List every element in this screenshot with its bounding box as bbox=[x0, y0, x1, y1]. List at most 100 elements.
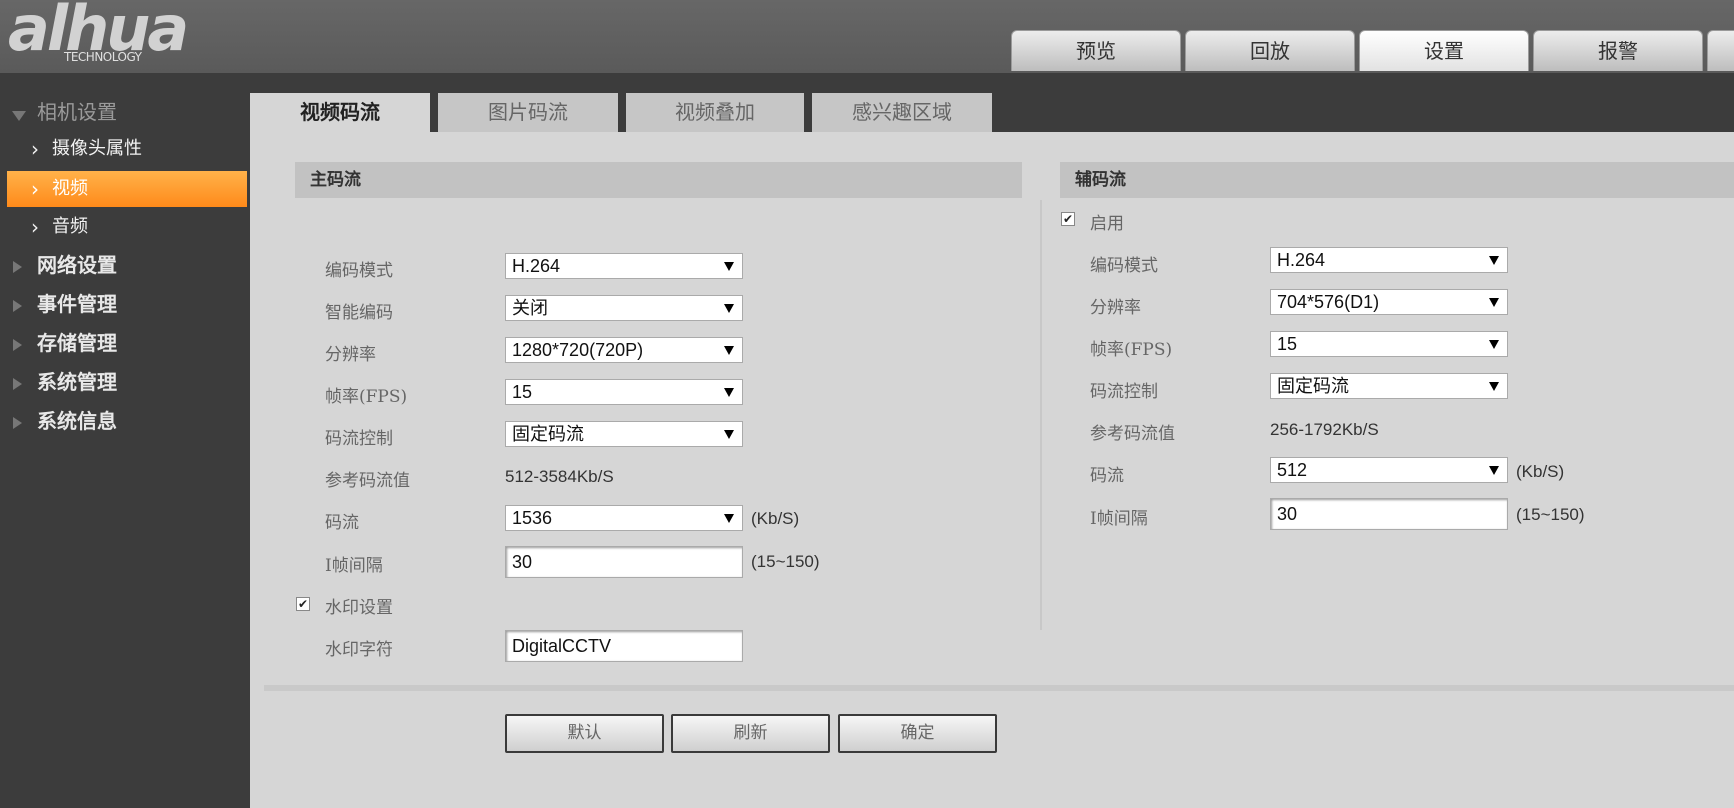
sidebar-group-camera-settings[interactable]: 相机设置 bbox=[0, 94, 250, 130]
select-value: 1536 bbox=[512, 508, 553, 528]
dropdown-arrow-icon bbox=[724, 514, 734, 523]
ref-bitrate-label: 参考码流值 bbox=[325, 471, 410, 491]
tab-alarm[interactable]: 报警 bbox=[1533, 30, 1703, 71]
watermark-checkbox[interactable]: ✔ bbox=[296, 597, 310, 611]
sub-iframe-interval-label: I帧间隔 bbox=[1090, 509, 1148, 529]
smart-codec-label: 智能编码 bbox=[325, 303, 393, 323]
sub-encode-mode-select[interactable]: H.264 bbox=[1270, 247, 1508, 273]
resolution-label: 分辨率 bbox=[325, 345, 376, 365]
dropdown-arrow-icon bbox=[1489, 466, 1499, 475]
sidebar-item-label: 音频 bbox=[52, 216, 88, 237]
content-tab-bar: 视频码流 图片码流 视频叠加 感兴趣区域 bbox=[250, 73, 1734, 132]
resolution-select[interactable]: 1280*720(720P) bbox=[505, 337, 743, 363]
tab-playback[interactable]: 回放 bbox=[1185, 30, 1355, 71]
dropdown-arrow-icon bbox=[1489, 298, 1499, 307]
fps-label: 帧率(FPS) bbox=[325, 387, 408, 407]
watermark-text-label: 水印字符 bbox=[325, 640, 393, 660]
sidebar-item-audio[interactable]: › 音频 bbox=[7, 209, 247, 245]
tab-roi[interactable]: 感兴趣区域 bbox=[812, 93, 992, 132]
sidebar-item-camera-properties[interactable]: › 摄像头属性 bbox=[7, 131, 247, 167]
sidebar-item-video[interactable]: › 视频 bbox=[7, 171, 247, 207]
sidebar-group-label: 系统管理 bbox=[37, 370, 117, 394]
dropdown-arrow-icon bbox=[1489, 382, 1499, 391]
sidebar: 相机设置 › 摄像头属性 › 视频 › 音频 网络设置 事件管理 存储管理 系统… bbox=[0, 73, 250, 808]
sub-bitrate-unit: (Kb/S) bbox=[1516, 462, 1565, 481]
select-value: 固定码流 bbox=[1277, 376, 1349, 396]
sub-ref-bitrate-label: 参考码流值 bbox=[1090, 424, 1175, 444]
dropdown-arrow-icon bbox=[1489, 340, 1499, 349]
triangle-down-icon bbox=[12, 111, 26, 121]
bitrate-control-label: 码流控制 bbox=[325, 429, 393, 449]
tab-video-overlay[interactable]: 视频叠加 bbox=[626, 93, 804, 132]
select-value: H.264 bbox=[1277, 250, 1326, 270]
watermark-label: 水印设置 bbox=[325, 598, 393, 618]
watermark-text-input[interactable]: DigitalCCTV bbox=[505, 630, 743, 662]
iframe-interval-range: (15~150) bbox=[751, 552, 820, 571]
sub-encode-mode-label: 编码模式 bbox=[1090, 256, 1158, 276]
sidebar-group-system-info[interactable]: 系统信息 bbox=[0, 403, 250, 439]
sub-fps-label: 帧率(FPS) bbox=[1090, 340, 1173, 360]
tab-more[interactable] bbox=[1707, 30, 1734, 71]
main-stream-header: 主码流 bbox=[295, 162, 1022, 198]
sub-bitrate-select[interactable]: 512 bbox=[1270, 457, 1508, 483]
select-value: 15 bbox=[512, 382, 533, 402]
tab-picture-stream[interactable]: 图片码流 bbox=[438, 93, 618, 132]
sub-bitrate-label: 码流 bbox=[1090, 466, 1124, 486]
iframe-interval-input[interactable]: 30 bbox=[505, 546, 743, 578]
sidebar-group-storage[interactable]: 存储管理 bbox=[0, 325, 250, 361]
tab-video-stream[interactable]: 视频码流 bbox=[250, 93, 430, 132]
chevron-right-icon: › bbox=[31, 177, 39, 201]
footer-divider bbox=[264, 685, 1734, 691]
dropdown-arrow-icon bbox=[724, 262, 734, 271]
sidebar-group-event[interactable]: 事件管理 bbox=[0, 286, 250, 322]
encode-mode-select[interactable]: H.264 bbox=[505, 253, 743, 279]
triangle-right-icon bbox=[13, 417, 22, 429]
tab-settings[interactable]: 设置 bbox=[1359, 30, 1529, 71]
ok-button[interactable]: 确定 bbox=[838, 714, 997, 753]
bitrate-select[interactable]: 1536 bbox=[505, 505, 743, 531]
select-value: 704*576(D1) bbox=[1277, 292, 1380, 312]
sidebar-group-system[interactable]: 系统管理 bbox=[0, 364, 250, 400]
sub-bitrate-control-label: 码流控制 bbox=[1090, 382, 1158, 402]
dropdown-arrow-icon bbox=[724, 388, 734, 397]
bitrate-unit: (Kb/S) bbox=[751, 509, 800, 528]
sidebar-group-label: 网络设置 bbox=[37, 253, 117, 277]
sidebar-group-label: 系统信息 bbox=[37, 409, 117, 433]
default-button[interactable]: 默认 bbox=[505, 714, 664, 753]
chevron-right-icon: › bbox=[31, 215, 39, 239]
select-value: 固定码流 bbox=[512, 424, 584, 444]
bitrate-label: 码流 bbox=[325, 513, 359, 533]
select-value: 512 bbox=[1277, 460, 1308, 480]
dropdown-arrow-icon bbox=[724, 430, 734, 439]
select-value: 15 bbox=[1277, 334, 1298, 354]
ref-bitrate-value: 512-3584Kb/S bbox=[505, 467, 614, 486]
select-value: 关闭 bbox=[512, 298, 548, 318]
logo-subtitle: TECHNOLOGY bbox=[64, 50, 142, 64]
sub-iframe-interval-range: (15~150) bbox=[1516, 505, 1585, 524]
triangle-right-icon bbox=[13, 378, 22, 390]
sub-fps-select[interactable]: 15 bbox=[1270, 331, 1508, 357]
sidebar-group-label: 存储管理 bbox=[37, 331, 117, 355]
fps-select[interactable]: 15 bbox=[505, 379, 743, 405]
sub-ref-bitrate-value: 256-1792Kb/S bbox=[1270, 420, 1379, 439]
enable-sub-stream-checkbox[interactable]: ✔ bbox=[1061, 212, 1075, 226]
triangle-right-icon bbox=[13, 300, 22, 312]
dropdown-arrow-icon bbox=[724, 346, 734, 355]
sidebar-group-label: 事件管理 bbox=[37, 292, 117, 316]
select-value: H.264 bbox=[512, 256, 561, 276]
bitrate-control-select[interactable]: 固定码流 bbox=[505, 421, 743, 447]
sub-stream-header: 辅码流 bbox=[1060, 162, 1734, 198]
select-value: 1280*720(720P) bbox=[512, 340, 644, 360]
smart-codec-select[interactable]: 关闭 bbox=[505, 295, 743, 321]
sub-bitrate-control-select[interactable]: 固定码流 bbox=[1270, 373, 1508, 399]
sub-resolution-select[interactable]: 704*576(D1) bbox=[1270, 289, 1508, 315]
sub-iframe-interval-input[interactable]: 30 bbox=[1270, 498, 1508, 530]
sidebar-group-network[interactable]: 网络设置 bbox=[0, 247, 250, 283]
iframe-interval-label: I帧间隔 bbox=[325, 556, 383, 576]
panel-divider bbox=[1040, 200, 1042, 630]
triangle-right-icon bbox=[13, 339, 22, 351]
tab-preview[interactable]: 预览 bbox=[1011, 30, 1181, 71]
dropdown-arrow-icon bbox=[1489, 256, 1499, 265]
triangle-right-icon bbox=[13, 261, 22, 273]
refresh-button[interactable]: 刷新 bbox=[671, 714, 830, 753]
